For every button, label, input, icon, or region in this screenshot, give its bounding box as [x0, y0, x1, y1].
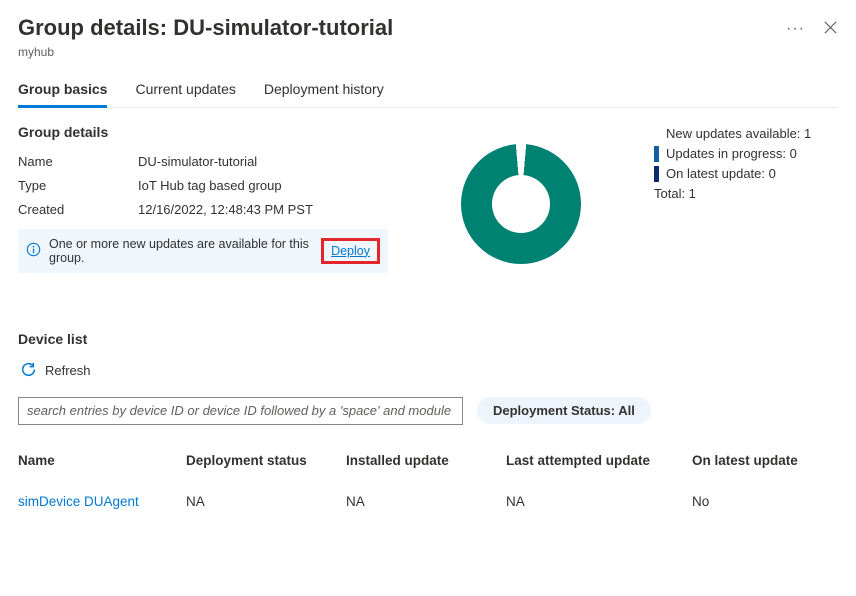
- page-title: Group details: DU-simulator-tutorial: [18, 14, 786, 43]
- status-donut-chart: [461, 144, 581, 264]
- col-last-attempted[interactable]: Last attempted update: [506, 453, 692, 468]
- cell-on-latest: No: [692, 494, 838, 509]
- col-deployment-status[interactable]: Deployment status: [186, 453, 346, 468]
- refresh-label: Refresh: [45, 363, 91, 378]
- type-value: IoT Hub tag based group: [138, 178, 282, 193]
- col-installed-update[interactable]: Installed update: [346, 453, 506, 468]
- close-icon[interactable]: [823, 20, 838, 38]
- alert-text: One or more new updates are available fo…: [49, 237, 313, 265]
- legend-total: Total: 1: [654, 186, 696, 201]
- col-name[interactable]: Name: [18, 453, 186, 468]
- tab-current-updates[interactable]: Current updates: [135, 81, 235, 107]
- created-label: Created: [18, 202, 138, 217]
- status-legend: New updates available: 1 Updates in prog…: [654, 124, 838, 273]
- refresh-button[interactable]: Refresh: [20, 361, 838, 381]
- refresh-icon: [20, 361, 37, 381]
- deploy-link[interactable]: Deploy: [321, 238, 380, 264]
- type-label: Type: [18, 178, 138, 193]
- legend-swatch-latest: [654, 166, 659, 182]
- cell-deployment-status: NA: [186, 494, 346, 509]
- tab-deployment-history[interactable]: Deployment history: [264, 81, 384, 107]
- more-icon[interactable]: ···: [786, 20, 805, 38]
- deploy-alert: One or more new updates are available fo…: [18, 229, 388, 273]
- deployment-status-filter[interactable]: Deployment Status: All: [477, 397, 651, 424]
- name-value: DU-simulator-tutorial: [138, 154, 257, 169]
- tab-group-basics[interactable]: Group basics: [18, 81, 107, 107]
- legend-new-updates: New updates available: 1: [666, 126, 811, 141]
- group-details-heading: Group details: [18, 124, 388, 140]
- info-icon: [26, 242, 41, 260]
- created-value: 12/16/2022, 12:48:43 PM PST: [138, 202, 313, 217]
- legend-on-latest: On latest update: 0: [666, 166, 776, 181]
- name-label: Name: [18, 154, 138, 169]
- device-link[interactable]: simDevice DUAgent: [18, 494, 186, 509]
- cell-last-attempted: NA: [506, 494, 692, 509]
- search-input[interactable]: [18, 397, 463, 425]
- col-on-latest[interactable]: On latest update: [692, 453, 838, 468]
- device-table: Name Deployment status Installed update …: [18, 447, 838, 517]
- page-subtitle: myhub: [18, 45, 786, 59]
- legend-swatch-new: [654, 126, 659, 142]
- legend-in-progress: Updates in progress: 0: [666, 146, 797, 161]
- cell-installed-update: NA: [346, 494, 506, 509]
- table-row: simDevice DUAgent NA NA NA No: [18, 486, 838, 517]
- tabs: Group basics Current updates Deployment …: [18, 81, 838, 108]
- device-list-heading: Device list: [18, 331, 838, 347]
- legend-swatch-progress: [654, 146, 659, 162]
